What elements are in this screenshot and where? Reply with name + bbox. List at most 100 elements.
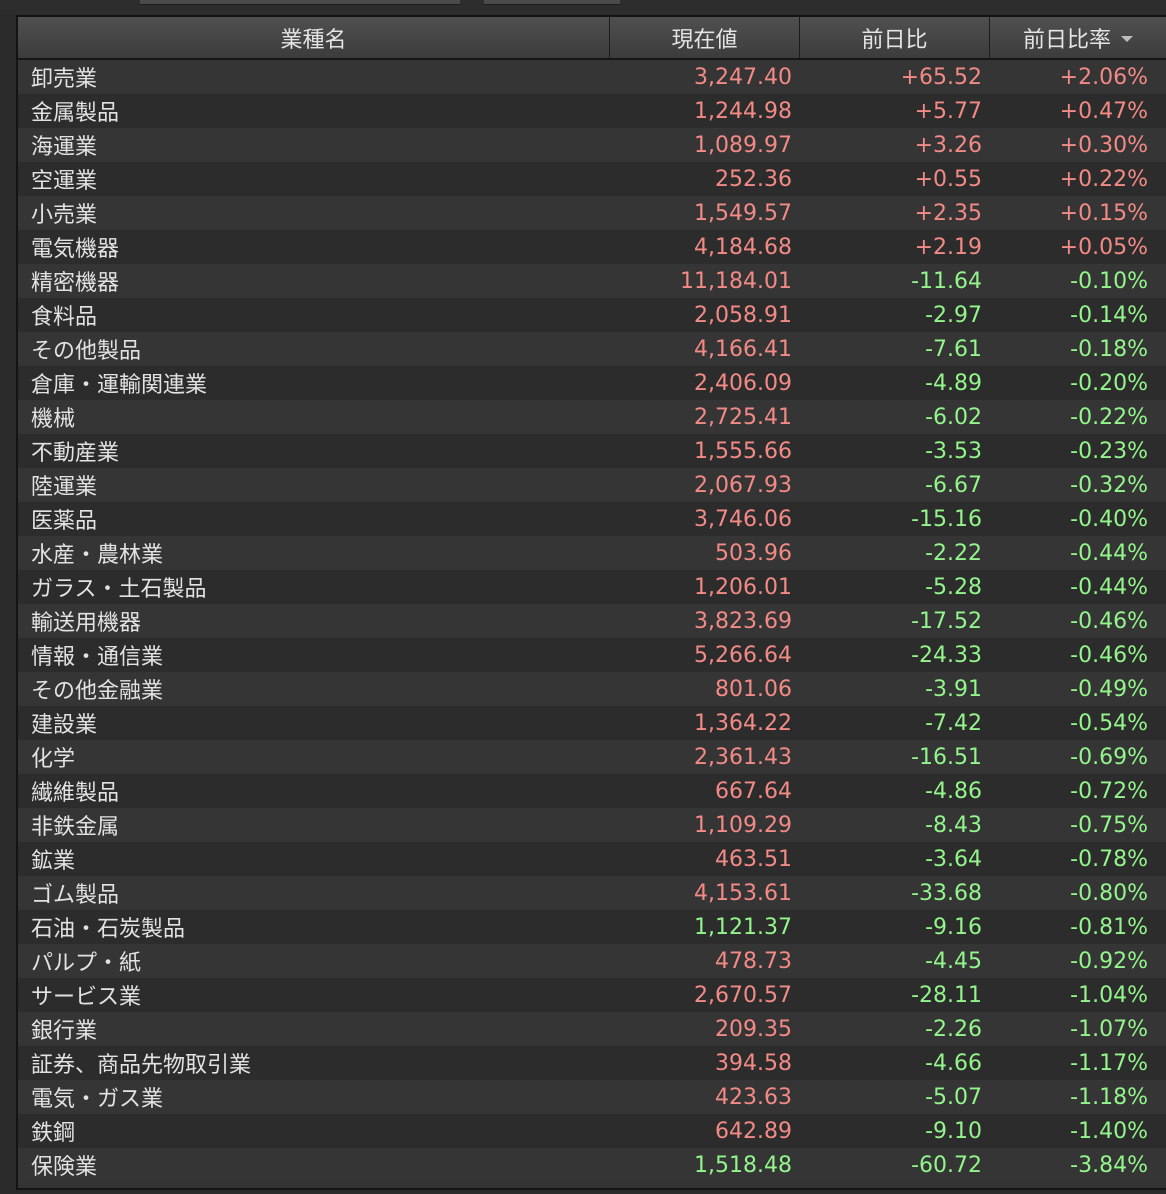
table-row[interactable]: 精密機器 11,184.01 -11.64 -0.10%: [18, 264, 1166, 298]
sector-name: 海運業: [31, 135, 98, 160]
change-pct-value: -0.23%: [1070, 438, 1148, 464]
change-pct-value: -0.49%: [1070, 676, 1148, 702]
table-row[interactable]: 証券、商品先物取引業 394.58 -4.66 -1.17%: [18, 1046, 1166, 1080]
change-value: -60.72: [911, 1152, 982, 1178]
sector-name: その他金融業: [31, 679, 164, 704]
table-row[interactable]: 電気機器 4,184.68 +2.19 +0.05%: [18, 230, 1166, 264]
table-row[interactable]: 卸売業 3,247.40 +65.52 +2.06%: [18, 60, 1166, 94]
table-row[interactable]: 石油・石炭製品 1,121.37 -9.16 -0.81%: [18, 910, 1166, 944]
table-row[interactable]: 保険業 1,518.48 -60.72 -3.84%: [18, 1148, 1166, 1182]
change-value: -9.10: [925, 1118, 982, 1144]
change-value: -28.11: [911, 982, 982, 1008]
change-pct-value: -1.18%: [1070, 1084, 1148, 1110]
price-value: 2,725.41: [694, 404, 792, 430]
table-body: 卸売業 3,247.40 +65.52 +2.06% 金属製品 1,244.98 +5.77…: [18, 60, 1166, 1182]
sector-name: パルプ・紙: [31, 951, 142, 976]
change-value: -33.68: [911, 880, 982, 906]
table-row[interactable]: 海運業 1,089.97 +3.26 +0.30%: [18, 128, 1166, 162]
price-value: 1,364.22: [694, 710, 792, 736]
change-value: -2.22: [925, 540, 982, 566]
table-row[interactable]: 不動産業 1,555.66 -3.53 -0.23%: [18, 434, 1166, 468]
change-value: -6.67: [925, 472, 982, 498]
change-value: -6.02: [925, 404, 982, 430]
sector-name: 空運業: [31, 169, 98, 194]
sector-name: 情報・通信業: [31, 645, 164, 670]
change-value: +5.77: [914, 98, 982, 124]
table-row[interactable]: 銀行業 209.35 -2.26 -1.07%: [18, 1012, 1166, 1046]
change-pct-value: -0.78%: [1070, 846, 1148, 872]
table-row[interactable]: 小売業 1,549.57 +2.35 +0.15%: [18, 196, 1166, 230]
price-value: 4,166.41: [694, 336, 792, 362]
table-row[interactable]: 医薬品 3,746.06 -15.16 -0.40%: [18, 502, 1166, 536]
table-row[interactable]: 金属製品 1,244.98 +5.77 +0.47%: [18, 94, 1166, 128]
table-row[interactable]: 鉱業 463.51 -3.64 -0.78%: [18, 842, 1166, 876]
change-value: -5.28: [925, 574, 982, 600]
change-pct-value: -0.92%: [1070, 948, 1148, 974]
table-row[interactable]: 建設業 1,364.22 -7.42 -0.54%: [18, 706, 1166, 740]
change-pct-value: +0.05%: [1059, 234, 1148, 260]
sector-table: 業種名 現在値 前日比 前日比率 卸売業 3,247.40 +65.52 +2.06%…: [16, 15, 1166, 1190]
change-pct-value: -0.69%: [1070, 744, 1148, 770]
sector-name: 陸運業: [31, 475, 98, 500]
table-row[interactable]: 繊維製品 667.64 -4.86 -0.72%: [18, 774, 1166, 808]
change-pct-value: +0.15%: [1059, 200, 1148, 226]
table-row[interactable]: 輸送用機器 3,823.69 -17.52 -0.46%: [18, 604, 1166, 638]
change-pct-value: -0.44%: [1070, 540, 1148, 566]
sector-name: 鉄鋼: [31, 1121, 76, 1146]
change-value: -4.66: [925, 1050, 982, 1076]
column-header-change-pct[interactable]: 前日比率: [990, 17, 1166, 58]
table-row[interactable]: 電気・ガス業 423.63 -5.07 -1.18%: [18, 1080, 1166, 1114]
table-row[interactable]: その他製品 4,166.41 -7.61 -0.18%: [18, 332, 1166, 366]
table-row[interactable]: 非鉄金属 1,109.29 -8.43 -0.75%: [18, 808, 1166, 842]
table-row[interactable]: 鉄鋼 642.89 -9.10 -1.40%: [18, 1114, 1166, 1148]
change-pct-value: -0.22%: [1070, 404, 1148, 430]
price-value: 394.58: [715, 1050, 792, 1076]
change-value: -2.26: [925, 1016, 982, 1042]
sector-name: ゴム製品: [31, 883, 120, 908]
change-pct-value: -0.46%: [1070, 608, 1148, 634]
price-value: 1,549.57: [694, 200, 792, 226]
table-row[interactable]: 倉庫・運輸関連業 2,406.09 -4.89 -0.20%: [18, 366, 1166, 400]
change-value: -4.86: [925, 778, 982, 804]
table-row[interactable]: サービス業 2,670.57 -28.11 -1.04%: [18, 978, 1166, 1012]
change-value: +0.55: [914, 166, 982, 192]
table-row[interactable]: パルプ・紙 478.73 -4.45 -0.92%: [18, 944, 1166, 978]
change-value: -4.45: [925, 948, 982, 974]
change-value: -3.53: [925, 438, 982, 464]
sector-ranking-window: 業種名 現在値 前日比 前日比率 卸売業 3,247.40 +65.52 +2.06%…: [0, 0, 1166, 1194]
table-row[interactable]: その他金融業 801.06 -3.91 -0.49%: [18, 672, 1166, 706]
toolbar-tab-1[interactable]: [140, 0, 460, 5]
sector-name: 機械: [31, 407, 76, 432]
sector-name: 電気・ガス業: [31, 1087, 164, 1112]
change-value: +2.19: [914, 234, 982, 260]
table-row[interactable]: 水産・農林業 503.96 -2.22 -0.44%: [18, 536, 1166, 570]
table-row[interactable]: 陸運業 2,067.93 -6.67 -0.32%: [18, 468, 1166, 502]
price-value: 423.63: [715, 1084, 792, 1110]
column-header-change[interactable]: 前日比: [800, 17, 990, 58]
column-header-price[interactable]: 現在値: [610, 17, 800, 58]
sector-name: 水産・農林業: [31, 543, 164, 568]
price-value: 1,555.66: [694, 438, 792, 464]
table-row[interactable]: 空運業 252.36 +0.55 +0.22%: [18, 162, 1166, 196]
table-row[interactable]: ゴム製品 4,153.61 -33.68 -0.80%: [18, 876, 1166, 910]
change-pct-value: +0.47%: [1059, 98, 1148, 124]
price-value: 2,067.93: [694, 472, 792, 498]
change-pct-value: -0.32%: [1070, 472, 1148, 498]
change-value: +3.26: [914, 132, 982, 158]
change-value: -3.91: [925, 676, 982, 702]
toolbar-tab-2[interactable]: [484, 0, 620, 5]
change-pct-value: -3.84%: [1070, 1152, 1148, 1178]
table-row[interactable]: 食料品 2,058.91 -2.97 -0.14%: [18, 298, 1166, 332]
column-header-sector-name[interactable]: 業種名: [18, 17, 610, 58]
table-row[interactable]: 情報・通信業 5,266.64 -24.33 -0.46%: [18, 638, 1166, 672]
change-value: -2.97: [925, 302, 982, 328]
table-row[interactable]: 機械 2,725.41 -6.02 -0.22%: [18, 400, 1166, 434]
price-value: 209.35: [715, 1016, 792, 1042]
price-value: 503.96: [715, 540, 792, 566]
table-row[interactable]: 化学 2,361.43 -16.51 -0.69%: [18, 740, 1166, 774]
sector-name: 金属製品: [31, 101, 120, 126]
price-value: 5,266.64: [694, 642, 792, 668]
table-row[interactable]: ガラス・土石製品 1,206.01 -5.28 -0.44%: [18, 570, 1166, 604]
change-pct-value: -0.75%: [1070, 812, 1148, 838]
top-toolbar: [0, 0, 1166, 14]
